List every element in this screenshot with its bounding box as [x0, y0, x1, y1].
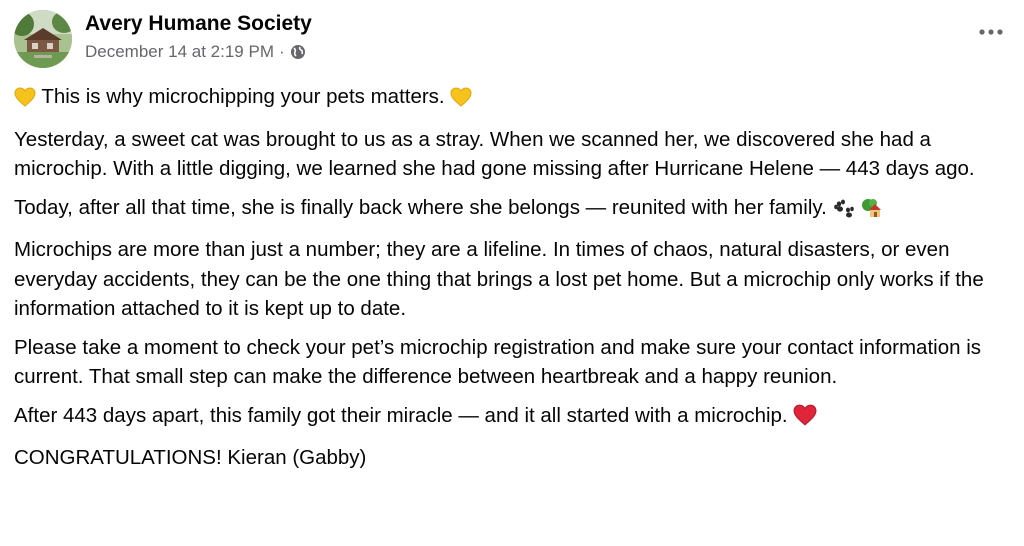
paragraph-text: This is why microchipping your pets matt… — [41, 85, 445, 108]
facebook-post: Avery Humane Society December 14 at 2:19… — [0, 0, 1024, 546]
paragraph-text: Today, after all that time, she is final… — [14, 195, 827, 219]
yellow-heart-emoji — [450, 86, 472, 116]
post-paragraph-1: This is why microchipping your pets matt… — [14, 82, 1014, 116]
paragraph-text: After 443 days apart, this family got th… — [14, 403, 788, 427]
red-heart-emoji — [793, 404, 817, 435]
more-options-button[interactable] — [976, 20, 1006, 44]
post-paragraph-2: Yesterday, a sweet cat was brought to us… — [14, 127, 975, 181]
post-paragraph-7: CONGRATULATIONS! Kieran (Gabby) — [14, 446, 367, 469]
post-timestamp[interactable]: December 14 at 2:19 PM — [85, 42, 274, 62]
post-paragraph-6: After 443 days apart, this family got th… — [14, 401, 1014, 435]
globe-icon[interactable] — [290, 44, 306, 60]
post-paragraph-5: Please take a moment to check your pet’s… — [14, 335, 981, 389]
post-meta: December 14 at 2:19 PM · — [85, 42, 306, 62]
post-body: This is why microchipping your pets matt… — [14, 82, 1014, 482]
post-header: Avery Humane Society December 14 at 2:19… — [14, 8, 1010, 68]
house-with-garden-emoji — [860, 197, 882, 227]
post-paragraph-3: Today, after all that time, she is final… — [14, 193, 1014, 227]
paw-prints-emoji — [833, 197, 855, 227]
yellow-heart-emoji — [14, 86, 36, 116]
post-paragraph-4: Microchips are more than just a number; … — [14, 238, 984, 320]
page-name-link[interactable]: Avery Humane Society — [85, 12, 312, 36]
more-options-icon — [979, 29, 1003, 35]
meta-separator: · — [278, 42, 285, 61]
page-avatar[interactable] — [14, 10, 72, 68]
